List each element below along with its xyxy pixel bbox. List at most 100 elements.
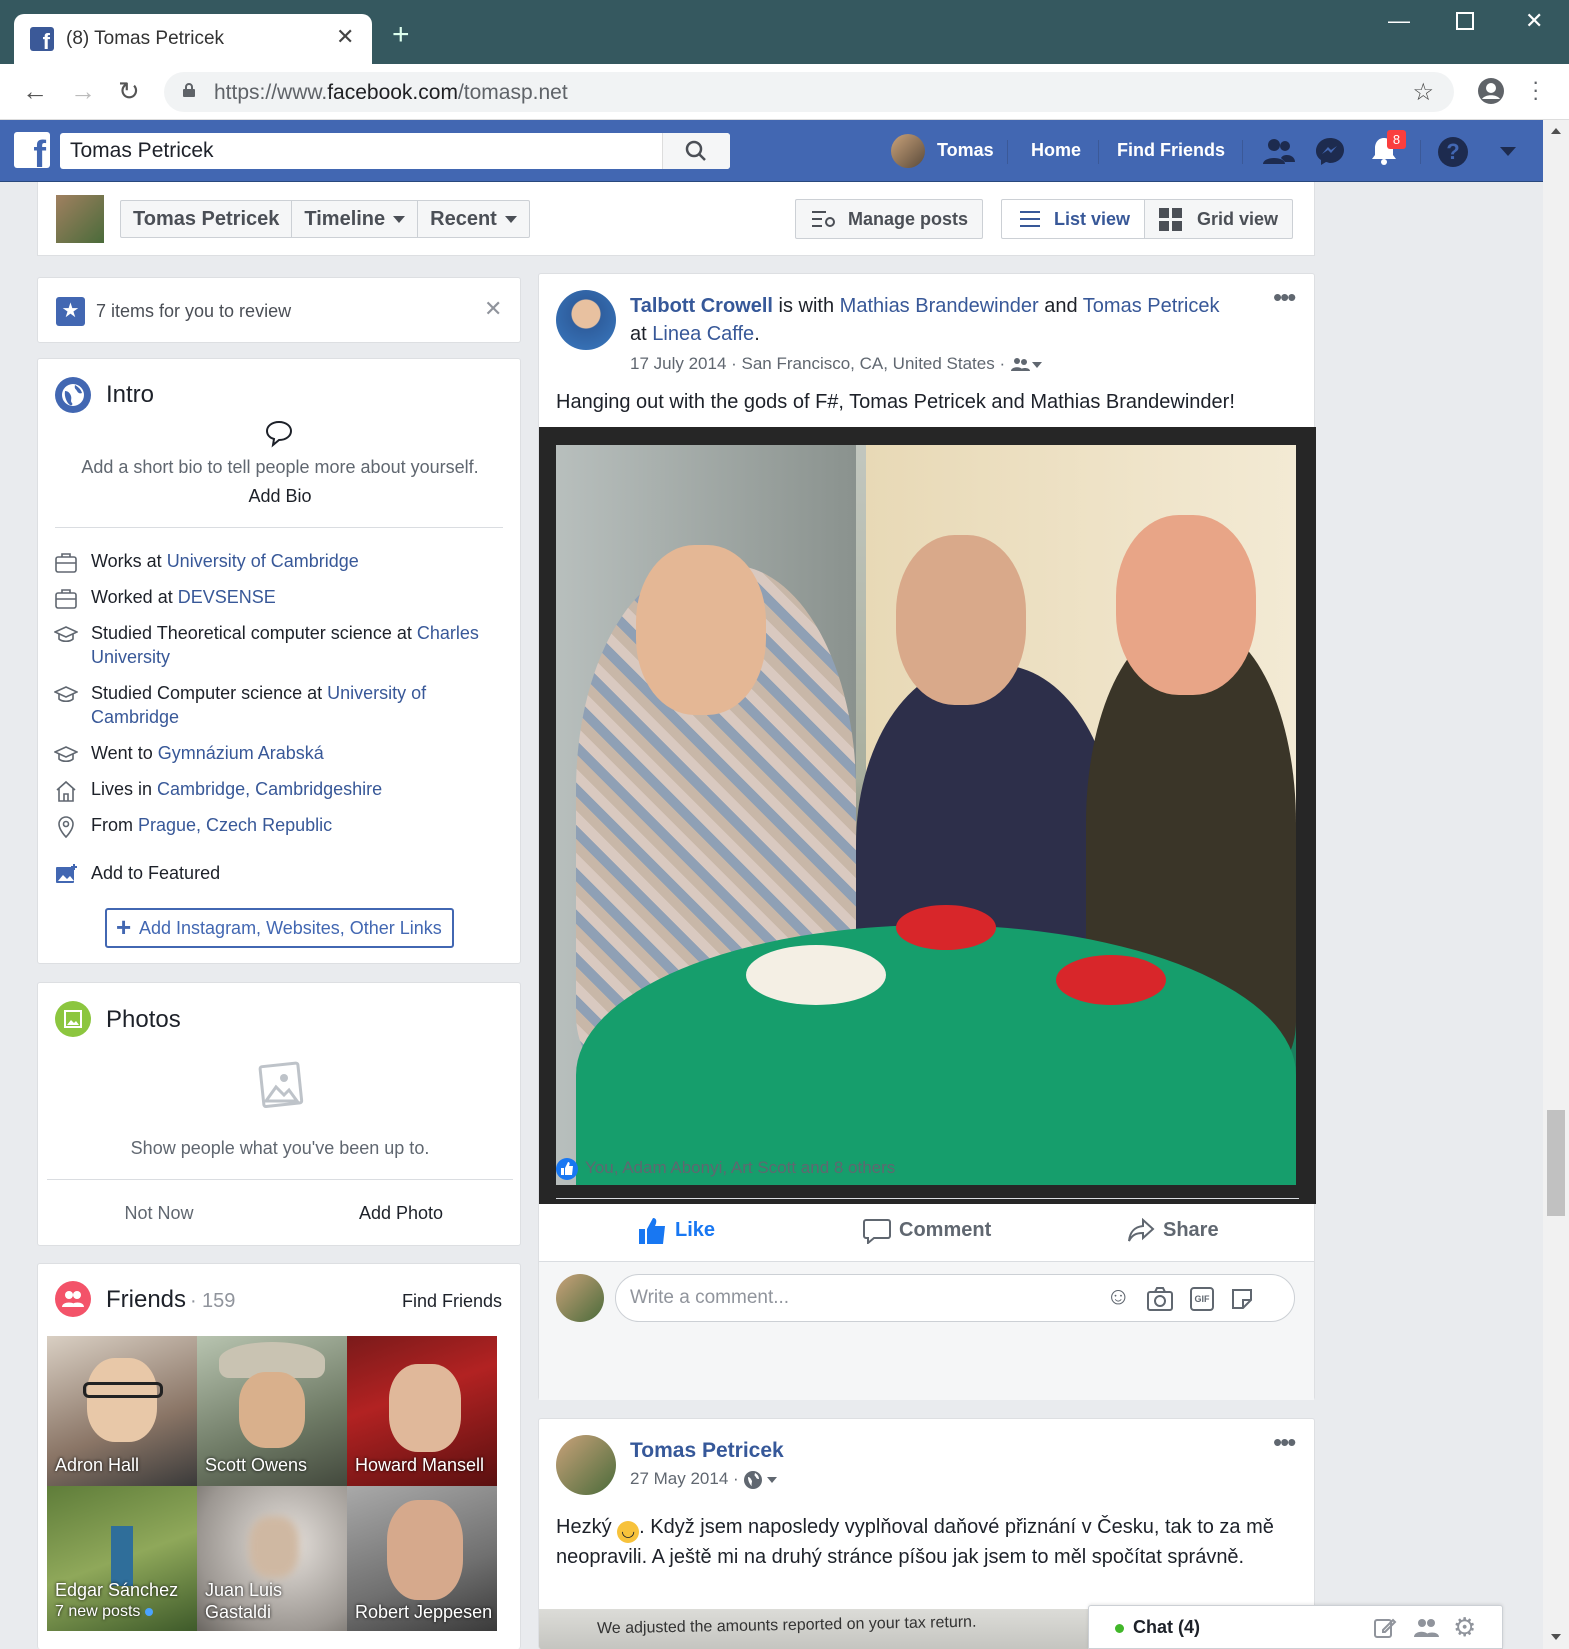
intro-item-link[interactable]: University of Cambridge xyxy=(167,551,359,571)
review-card[interactable]: ★ 7 items for you to review ✕ xyxy=(37,277,521,343)
likes-summary-link[interactable]: You, Adam Abonyi, Art Scott and 8 others xyxy=(585,1158,895,1178)
image-caption-text: We adjusted the amounts reported on your… xyxy=(596,1613,977,1638)
emoji-icon[interactable]: ☺ xyxy=(1106,1283,1131,1311)
url-field[interactable]: https://www.facebook.com/tomasp.net ☆ xyxy=(164,72,1454,112)
account-menu-caret-icon[interactable] xyxy=(1500,147,1516,156)
friend-tile[interactable]: Edgar Sánchez 7 new posts xyxy=(47,1486,197,1631)
find-friends-link[interactable]: Find Friends xyxy=(402,1289,502,1313)
add-to-featured-link[interactable]: Add to Featured xyxy=(91,861,220,885)
people-icon xyxy=(62,1291,84,1307)
comment-input[interactable]: Write a comment... ☺ GIF xyxy=(615,1274,1295,1322)
search-button[interactable] xyxy=(662,133,730,169)
page-scrollbar[interactable] xyxy=(1543,120,1569,1649)
profile-account-icon[interactable] xyxy=(1477,77,1505,105)
manage-posts-label: Manage posts xyxy=(848,209,969,229)
dismiss-close-icon[interactable]: ✕ xyxy=(484,296,502,322)
friend-tile[interactable]: Juan Luis Gastaldi xyxy=(197,1486,347,1631)
new-tab-icon[interactable]: + xyxy=(392,20,410,50)
friend-tile[interactable]: Robert Jeppesen xyxy=(347,1486,497,1631)
add-photo-button[interactable]: Add Photo xyxy=(280,1201,522,1225)
profile-name-button[interactable]: Tomas Petricek xyxy=(121,201,293,237)
comment-button[interactable]: Comment xyxy=(863,1200,991,1260)
intro-item-link[interactable]: Prague, Czech Republic xyxy=(138,815,332,835)
chevron-down-icon[interactable] xyxy=(1031,361,1042,368)
tab-close-icon[interactable]: ✕ xyxy=(336,24,354,50)
nav-home-link[interactable]: Home xyxy=(1031,140,1081,161)
post-photo[interactable] xyxy=(539,427,1316,1204)
new-message-icon[interactable] xyxy=(1373,1616,1397,1640)
public-globe-icon[interactable] xyxy=(743,1470,763,1490)
forward-icon[interactable]: → xyxy=(70,76,96,107)
photo-scene xyxy=(556,445,1296,1185)
camera-icon[interactable] xyxy=(1147,1287,1173,1311)
user-avatar[interactable] xyxy=(891,134,925,168)
browser-tab[interactable]: f (8) Tomas Petricek ✕ xyxy=(14,14,372,64)
nav-find-friends-link[interactable]: Find Friends xyxy=(1117,140,1225,161)
reload-icon[interactable]: ↻ xyxy=(118,76,140,107)
post-options-icon[interactable]: ••• xyxy=(1273,282,1296,313)
nav-divider xyxy=(1098,140,1099,164)
sticker-icon[interactable] xyxy=(1230,1287,1254,1311)
post-author-avatar[interactable] xyxy=(556,1435,616,1495)
nav-divider xyxy=(1420,140,1421,164)
chevron-down-icon[interactable] xyxy=(767,1476,778,1483)
help-icon[interactable]: ? xyxy=(1438,137,1468,167)
chat-settings-gear-icon[interactable]: ⚙ xyxy=(1453,1612,1476,1643)
post-date-link[interactable]: 17 July 2014 xyxy=(630,354,726,373)
add-links-button[interactable]: + Add Instagram, Websites, Other Links xyxy=(105,908,454,948)
chat-bar[interactable]: Chat (4) ⚙ xyxy=(1088,1605,1503,1649)
like-button[interactable]: Like xyxy=(639,1200,715,1260)
bookmark-star-icon[interactable]: ☆ xyxy=(1412,78,1434,107)
place-link[interactable]: Linea Caffe xyxy=(652,323,754,345)
intro-item-link[interactable]: Cambridge, Cambridgeshire xyxy=(157,779,382,799)
photo-placeholder-icon xyxy=(258,1061,304,1108)
tagged-friend-link[interactable]: Mathias Brandewinder xyxy=(840,295,1039,317)
post-author-avatar[interactable] xyxy=(556,290,616,350)
intro-item: Worked at DEVSENSE xyxy=(91,585,491,609)
intro-item-link[interactable]: Gymnázium Arabská xyxy=(158,743,324,763)
friends-audience-icon[interactable] xyxy=(1010,357,1032,373)
post-author-link[interactable]: Talbott Crowell xyxy=(630,295,773,317)
window-close-icon[interactable]: ✕ xyxy=(1525,8,1543,34)
nav-profile-link[interactable]: Tomas xyxy=(937,140,994,161)
share-button[interactable]: Share xyxy=(1127,1200,1219,1260)
manage-posts-icon xyxy=(812,211,835,227)
intro-item-link[interactable]: DEVSENSE xyxy=(178,587,276,607)
friend-name: Juan Luis Gastaldi xyxy=(205,1580,283,1622)
scroll-up-arrow-icon[interactable] xyxy=(1551,128,1561,134)
facebook-logo-icon[interactable]: f xyxy=(14,132,50,176)
grid-view-button[interactable]: Grid view xyxy=(1144,199,1293,239)
post-author-link[interactable]: Tomas Petricek xyxy=(630,1439,784,1463)
minimize-icon[interactable]: — xyxy=(1388,8,1410,34)
friend-requests-icon[interactable] xyxy=(1261,136,1295,166)
post-options-icon[interactable]: ••• xyxy=(1273,1427,1296,1458)
gif-icon[interactable]: GIF xyxy=(1190,1287,1214,1311)
search-input[interactable] xyxy=(60,133,660,169)
divider xyxy=(556,1198,1299,1199)
list-view-button[interactable]: List view xyxy=(1001,199,1145,239)
friend-tile[interactable]: Howard Mansell xyxy=(347,1336,497,1486)
scroll-down-arrow-icon[interactable] xyxy=(1551,1634,1561,1640)
place-period: . xyxy=(754,323,760,345)
maximize-icon[interactable] xyxy=(1456,12,1474,30)
recent-dropdown[interactable]: Recent xyxy=(418,201,529,237)
back-icon[interactable]: ← xyxy=(22,76,48,107)
create-group-icon[interactable] xyxy=(1413,1616,1441,1640)
intro-item-label: Works at xyxy=(91,551,167,571)
scrollbar-thumb[interactable] xyxy=(1547,1110,1565,1216)
post-location-link[interactable]: San Francisco, CA, United States xyxy=(742,354,995,373)
messenger-icon[interactable] xyxy=(1315,136,1345,166)
manage-posts-button[interactable]: Manage posts xyxy=(795,199,983,239)
post-at-text: at xyxy=(630,323,653,345)
profile-avatar[interactable] xyxy=(56,195,104,243)
timeline-dropdown[interactable]: Timeline xyxy=(292,201,419,237)
friend-tile[interactable]: Adron Hall xyxy=(47,1336,197,1486)
add-bio-link[interactable]: Add Bio xyxy=(38,484,522,508)
post-date-link[interactable]: 27 May 2014 xyxy=(630,1469,728,1488)
friend-tile[interactable]: Scott Owens xyxy=(197,1336,347,1486)
speech-bubble-icon xyxy=(265,420,293,448)
not-now-button[interactable]: Not Now xyxy=(38,1201,280,1225)
plus-icon: + xyxy=(116,912,132,942)
tagged-friend-link[interactable]: Tomas Petricek xyxy=(1083,295,1220,317)
browser-menu-icon[interactable]: · · · xyxy=(1532,71,1539,109)
